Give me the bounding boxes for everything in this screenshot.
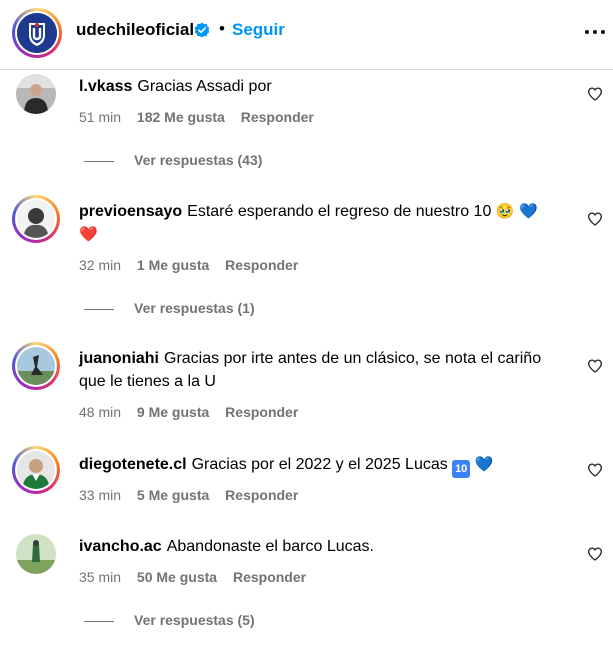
user-avatar[interactable] (12, 446, 60, 494)
comment-time: 35 min (79, 569, 122, 585)
replies-divider (84, 160, 114, 162)
comment-time: 51 min (79, 109, 122, 125)
reply-button[interactable]: Responder (241, 109, 314, 125)
replies-divider (84, 308, 114, 310)
replies-divider (84, 620, 114, 622)
club-crest-icon (17, 13, 57, 53)
account-avatar[interactable] (12, 8, 62, 58)
comment-meta: 35 min 50 Me gusta Responder (79, 569, 318, 585)
user-avatar[interactable] (12, 195, 60, 243)
reply-button[interactable]: Responder (225, 404, 298, 420)
comment-meta: 32 min 1 Me gusta Responder (79, 257, 310, 273)
comment-text: l.vkass Gracias Assadi por (79, 75, 549, 98)
comment-text: diegotenete.cl Gracias por el 2022 y el 2… (79, 453, 549, 478)
comment-username[interactable]: previoensayo (79, 203, 182, 220)
verified-badge-icon (194, 22, 210, 38)
view-replies-button[interactable]: Ver respuestas (43) (84, 152, 262, 168)
like-heart-icon[interactable] (587, 358, 603, 374)
comment-time: 48 min (79, 404, 122, 420)
comment-body: Gracias Assadi por (137, 78, 272, 95)
keycap-ten-emoji: 10 (452, 460, 471, 478)
more-options-icon[interactable] (584, 22, 606, 42)
view-replies-label: Ver respuestas (1) (134, 300, 255, 316)
comment-username[interactable]: juanoniahi (79, 350, 159, 367)
view-replies-button[interactable]: Ver respuestas (1) (84, 300, 255, 316)
like-heart-icon[interactable] (587, 211, 603, 227)
comment-meta: 48 min 9 Me gusta Responder (79, 404, 310, 420)
reply-button[interactable]: Responder (233, 569, 306, 585)
comment-text: juanoniahi Gracias por irte antes de un c… (79, 347, 549, 393)
comment-meta: 33 min 5 Me gusta Responder (79, 487, 310, 503)
view-replies-label: Ver respuestas (5) (134, 612, 255, 628)
user-avatar[interactable] (12, 342, 60, 390)
comment-time: 32 min (79, 257, 122, 273)
comment-text: ivancho.ac Abandonaste el barco Lucas. (79, 535, 549, 558)
comment-username[interactable]: ivancho.ac (79, 538, 162, 555)
like-heart-icon[interactable] (587, 546, 603, 562)
reply-button[interactable]: Responder (225, 487, 298, 503)
view-replies-label: Ver respuestas (43) (134, 152, 263, 168)
comment-username[interactable]: diegotenete.cl (79, 456, 187, 473)
comment-body: Estaré esperando el regreso de nuestro 1… (187, 203, 492, 220)
comment-body: Abandonaste el barco Lucas. (166, 538, 374, 555)
comment-likes[interactable]: 1 Me gusta (137, 257, 209, 273)
comment-username[interactable]: l.vkass (79, 78, 132, 95)
user-avatar[interactable] (16, 534, 56, 574)
comment-likes[interactable]: 50 Me gusta (137, 569, 217, 585)
teary-face-emoji: 🥹 (495, 202, 515, 220)
comment-likes[interactable]: 5 Me gusta (137, 487, 209, 503)
comment-likes[interactable]: 182 Me gusta (137, 109, 225, 125)
blue-heart-emoji: 💙 (518, 202, 538, 220)
header-separator: • (219, 19, 225, 38)
account-username[interactable]: udechileoficial (76, 20, 194, 40)
user-avatar[interactable] (16, 74, 56, 114)
post-header: udechileoficial • Seguir (0, 0, 613, 70)
blue-heart-emoji: 💙 (474, 455, 494, 473)
comment-likes[interactable]: 9 Me gusta (137, 404, 209, 420)
reply-button[interactable]: Responder (225, 257, 298, 273)
comment-meta: 51 min 182 Me gusta Responder (79, 109, 326, 125)
red-heart-emoji: ❤️ (79, 225, 98, 243)
view-replies-button[interactable]: Ver respuestas (5) (84, 612, 255, 628)
like-heart-icon[interactable] (587, 86, 603, 102)
follow-button[interactable]: Seguir (232, 20, 285, 40)
comment-time: 33 min (79, 487, 122, 503)
like-heart-icon[interactable] (587, 462, 603, 478)
comment-text: previoensayo Estaré esperando el regreso … (79, 200, 549, 246)
comment-body: Gracias por el 2022 y el 2025 Lucas (191, 456, 448, 473)
